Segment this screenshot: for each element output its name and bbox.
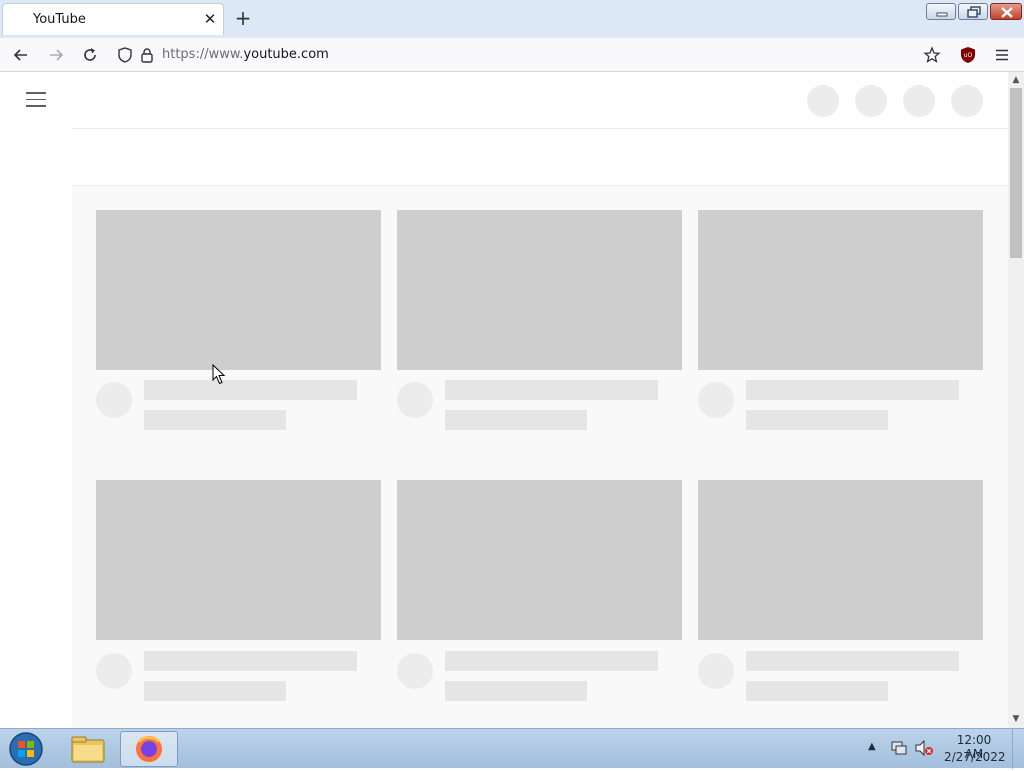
video-meta-placeholder — [746, 681, 888, 701]
start-button[interactable] — [6, 731, 46, 767]
video-meta-placeholder — [445, 410, 587, 430]
browser-titlebar: YouTube ✕ + — [0, 0, 1024, 38]
scroll-down-icon[interactable]: ▼ — [1011, 714, 1021, 724]
video-thumbnail-placeholder[interactable] — [698, 480, 983, 640]
video-title-placeholder — [144, 380, 357, 400]
new-tab-button[interactable]: + — [233, 7, 253, 29]
url-prefix: https://www. — [162, 47, 244, 62]
forward-arrow-icon[interactable] — [47, 46, 65, 64]
url-domain: youtube.com — [243, 47, 329, 62]
channel-avatar-placeholder — [96, 653, 132, 689]
ublock-origin-icon[interactable]: uO — [959, 46, 977, 64]
svg-text:uO: uO — [964, 52, 973, 59]
channel-avatar-placeholder — [397, 382, 433, 418]
video-thumbnail-placeholder[interactable] — [96, 210, 381, 370]
video-thumbnail-placeholder[interactable] — [397, 210, 682, 370]
reload-icon[interactable] — [81, 46, 99, 64]
page-scrollbar[interactable]: ▲ ▼ — [1008, 72, 1024, 728]
folder-icon — [71, 736, 105, 763]
video-thumbnail-placeholder[interactable] — [397, 480, 682, 640]
channel-avatar-placeholder — [96, 382, 132, 418]
clock-date[interactable]: 2/27/2022 — [944, 750, 1006, 764]
video-title-placeholder — [746, 651, 959, 671]
taskbar-firefox-button[interactable] — [120, 731, 178, 767]
firefox-icon — [136, 736, 162, 762]
lock-icon[interactable] — [138, 46, 156, 64]
network-icon[interactable] — [890, 740, 908, 756]
star-icon[interactable] — [923, 46, 941, 64]
video-meta-placeholder — [746, 410, 888, 430]
tab-youtube[interactable]: YouTube ✕ — [2, 3, 224, 35]
video-thumbnail-placeholder[interactable] — [96, 480, 381, 640]
show-desktop-button[interactable] — [1012, 729, 1024, 769]
tab-title: YouTube — [33, 12, 86, 27]
video-meta-placeholder — [144, 681, 286, 701]
scrollbar-thumb[interactable] — [1010, 88, 1022, 258]
browser-navbar: https://www.youtube.com uO — [0, 38, 1024, 72]
tracking-shield-icon[interactable] — [116, 46, 134, 64]
hamburger-menu-icon[interactable] — [993, 46, 1011, 64]
mouse-cursor-icon — [212, 364, 226, 385]
video-title-placeholder — [445, 651, 658, 671]
video-meta-placeholder — [144, 410, 286, 430]
tab-close-icon[interactable]: ✕ — [201, 10, 219, 28]
page-viewport — [0, 72, 1008, 728]
guide-menu-icon[interactable] — [26, 92, 46, 108]
back-arrow-icon[interactable] — [12, 46, 30, 64]
minimize-button[interactable] — [926, 3, 956, 20]
video-title-placeholder — [746, 380, 959, 400]
channel-avatar-placeholder — [397, 653, 433, 689]
channel-avatar-placeholder — [698, 382, 734, 418]
header-placeholder-circle — [855, 85, 887, 117]
taskbar-explorer-button[interactable] — [60, 731, 118, 767]
video-title-placeholder — [445, 380, 658, 400]
windows-taskbar: ▲ 12:00 AM 2/27/2022 — [0, 728, 1024, 769]
header-placeholder-circle — [807, 85, 839, 117]
header-placeholder-circle — [903, 85, 935, 117]
scroll-up-icon[interactable]: ▲ — [1011, 75, 1021, 85]
video-title-placeholder — [144, 651, 357, 671]
video-meta-placeholder — [445, 681, 587, 701]
restore-button[interactable] — [958, 3, 988, 20]
channel-avatar-placeholder — [698, 653, 734, 689]
address-bar[interactable]: https://www.youtube.com — [162, 47, 329, 62]
chips-bar-placeholder — [72, 129, 1008, 186]
show-hidden-icons-icon[interactable]: ▲ — [868, 741, 876, 752]
volume-muted-icon[interactable] — [914, 740, 934, 756]
header-placeholder-circle — [951, 85, 983, 117]
close-window-button[interactable] — [990, 3, 1022, 20]
video-thumbnail-placeholder[interactable] — [698, 210, 983, 370]
